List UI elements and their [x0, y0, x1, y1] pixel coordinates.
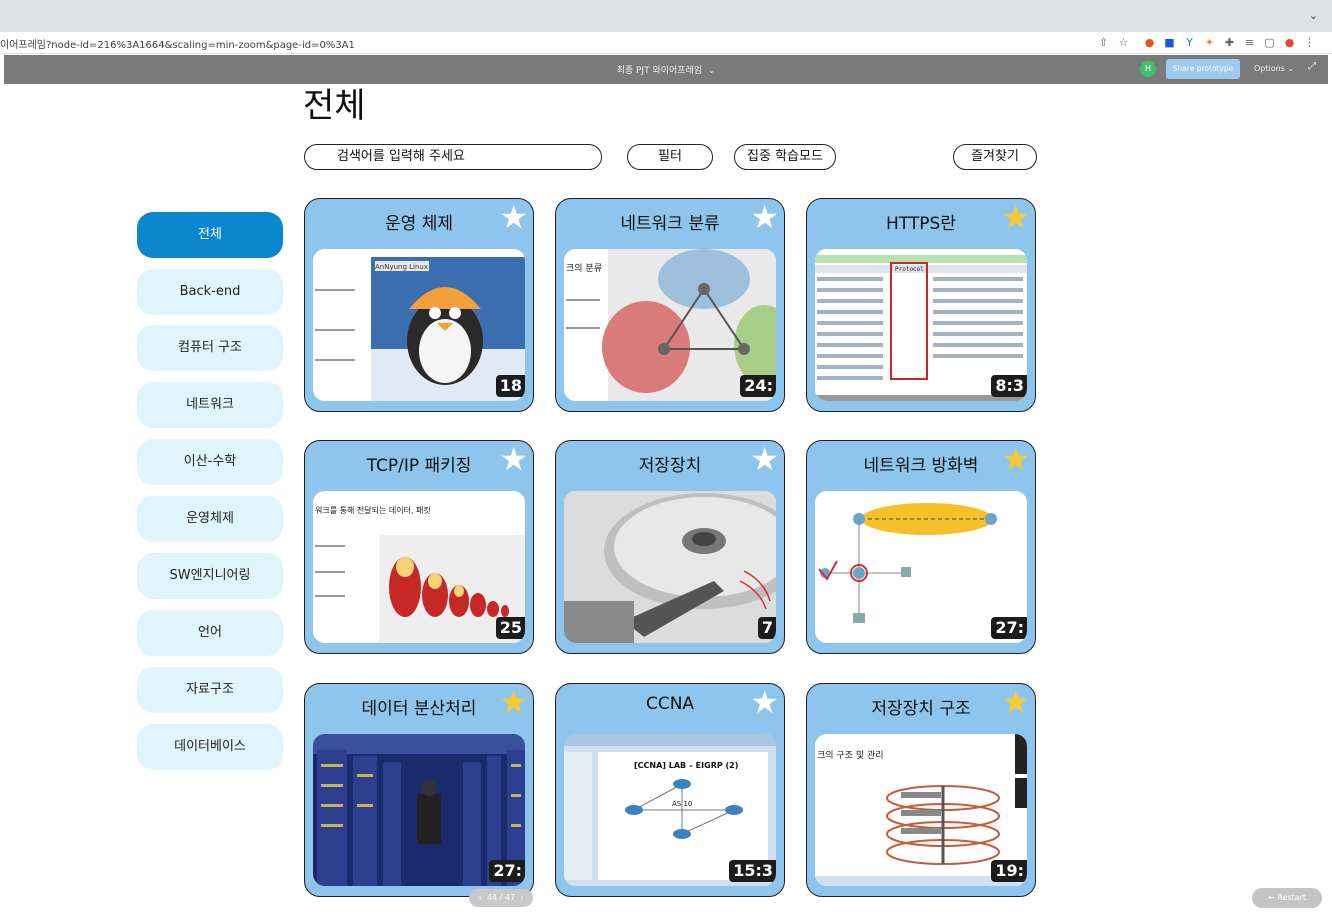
- chevron-left-icon[interactable]: ‹: [479, 893, 485, 902]
- favorite-star-icon[interactable]: ★: [750, 686, 779, 718]
- share-icon[interactable]: ⇧: [1096, 35, 1111, 50]
- course-card[interactable]: CCNA ★ [CCNA] LAB – EIGRP (2) AS 10 15:3: [555, 683, 785, 897]
- thumbnail-text: [CCNA] LAB – EIGRP (2): [634, 761, 738, 770]
- favorite-star-icon[interactable]: ★: [499, 443, 528, 475]
- video-thumbnail[interactable]: 워크를 통해 전달되는 데이터, 패킷 25: [313, 491, 525, 643]
- svg-text:AS 10: AS 10: [672, 800, 692, 808]
- duration-badge: 25: [495, 617, 525, 639]
- arrow-left-icon: ←: [1267, 893, 1278, 902]
- chevron-down-icon[interactable]: ⌄: [1309, 9, 1318, 22]
- avatar[interactable]: H: [1140, 61, 1156, 77]
- sidepanel-icon[interactable]: ▢: [1262, 35, 1277, 50]
- favorite-star-icon[interactable]: ★: [1001, 443, 1030, 475]
- sidebar-item-language[interactable]: 언어: [137, 610, 283, 656]
- chevron-down-icon: ⌄: [1287, 64, 1295, 73]
- prototype-toolbar: 최종 PJT 와이어프레임 ⌄ H Share prototype Option…: [4, 55, 1328, 84]
- thumbnail-text: Protocol: [895, 266, 924, 273]
- video-thumbnail[interactable]: [CCNA] LAB – EIGRP (2) AS 10 15:3: [564, 734, 776, 886]
- thumbnail-text: 크의 분류: [566, 263, 602, 274]
- thumbnail-text: 워크를 통해 전달되는 데이터, 패킷: [315, 505, 431, 515]
- course-card[interactable]: 네트워크 방화벽 ★ 27:: [806, 440, 1036, 654]
- course-card[interactable]: 저장장치 ★ 7: [555, 440, 785, 654]
- duration-badge: 27:: [489, 860, 525, 882]
- course-card[interactable]: 데이터 분산처리 ★ 27:: [304, 683, 534, 897]
- favorite-star-icon[interactable]: ★: [499, 201, 528, 233]
- sidebar-item-sw-engineering[interactable]: SW엔지니어링: [137, 553, 283, 599]
- extension-icon[interactable]: ●: [1142, 35, 1157, 50]
- duration-badge: 24:: [740, 375, 776, 397]
- course-card[interactable]: 운영 체제 ★ AnNyung Linux 18: [304, 198, 534, 412]
- restart-label: Restart: [1277, 893, 1306, 902]
- page-title: 전체: [303, 86, 366, 126]
- prototype-file-title[interactable]: 최종 PJT 와이어프레임 ⌄: [4, 63, 1328, 76]
- hard-disk-thumbnail-art: [564, 491, 776, 643]
- more-icon[interactable]: ⋮: [1302, 35, 1317, 50]
- extension-icon[interactable]: ✦: [1202, 35, 1217, 50]
- video-thumbnail[interactable]: 크의 분류 24:: [564, 249, 776, 401]
- options-menu[interactable]: Options ⌄: [1254, 64, 1294, 73]
- share-prototype-button[interactable]: Share prototype: [1166, 59, 1240, 79]
- course-card[interactable]: 저장장치 구조 ★ 크의 구조 및 관리 19:: [806, 683, 1036, 897]
- bookmark-star-icon[interactable]: ☆: [1116, 35, 1131, 50]
- video-thumbnail[interactable]: 7: [564, 491, 776, 643]
- reading-list-icon[interactable]: ≡: [1242, 35, 1257, 50]
- duration-badge: 27:: [991, 617, 1027, 639]
- video-thumbnail[interactable]: 27:: [815, 491, 1027, 643]
- sidebar-item-discrete-math[interactable]: 이산-수학: [137, 439, 283, 485]
- course-card[interactable]: TCP/IP 패키징 ★ 워크를 통해 전달되는 데이터, 패킷 25: [304, 440, 534, 654]
- favorite-star-icon[interactable]: ★: [1001, 686, 1030, 718]
- favorites-button[interactable]: 즐겨찾기: [953, 144, 1037, 170]
- profile-icon[interactable]: ●: [1282, 35, 1297, 50]
- nesting-dolls-thumbnail-art: 워크를 통해 전달되는 데이터, 패킷: [313, 491, 525, 643]
- favorite-star-icon[interactable]: ★: [499, 686, 528, 718]
- thumbnail-text: 크의 구조 및 관리: [817, 749, 884, 761]
- video-thumbnail[interactable]: 27:: [313, 734, 525, 886]
- sidebar-item-all[interactable]: 전체: [137, 212, 283, 258]
- prototype-pager[interactable]: ‹ 44 / 47 ›: [469, 889, 533, 907]
- duration-badge: 8:3: [991, 375, 1027, 397]
- duration-badge: 19:: [991, 860, 1027, 882]
- duration-badge: 15:3: [729, 860, 776, 882]
- sidebar-item-database[interactable]: 데이터베이스: [137, 724, 283, 770]
- course-card[interactable]: 네트워크 분류 ★ 크의 분류 24:: [555, 198, 785, 412]
- file-title-text: 최종 PJT 와이어프레임: [616, 66, 703, 76]
- focus-mode-button[interactable]: 집중 학습모드: [734, 144, 836, 170]
- favorite-star-icon[interactable]: ★: [750, 443, 779, 475]
- thumbnail-text: AnNyung Linux: [375, 263, 428, 271]
- penguin-thumbnail-art: AnNyung Linux: [313, 249, 525, 401]
- address-bar[interactable]: 이어프레임?node-id=216%3A1664&scaling=min-zoo…: [0, 32, 1332, 54]
- sidebar-item-network[interactable]: 네트워크: [137, 382, 283, 428]
- chevron-right-icon[interactable]: ›: [518, 893, 523, 902]
- options-label: Options: [1254, 64, 1285, 73]
- extension-icon[interactable]: Y: [1182, 35, 1197, 50]
- video-thumbnail[interactable]: 크의 구조 및 관리 19:: [815, 734, 1027, 886]
- browser-tab-strip: ⌄: [0, 0, 1332, 32]
- expand-icon[interactable]: ⤢: [1308, 61, 1316, 72]
- extension-icon[interactable]: ■: [1162, 35, 1177, 50]
- pager-label: 44 / 47: [486, 893, 516, 902]
- duration-badge: 7: [757, 617, 776, 639]
- sidebar-item-backend[interactable]: Back-end: [137, 269, 283, 315]
- course-card[interactable]: HTTPS란 ★ Protocol 8:3: [806, 198, 1036, 412]
- video-thumbnail[interactable]: AnNyung Linux 18: [313, 249, 525, 401]
- video-thumbnail[interactable]: Protocol 8:3: [815, 249, 1027, 401]
- sidebar-item-computer-architecture[interactable]: 컴퓨터 구조: [137, 325, 283, 371]
- puzzle-icon[interactable]: ✚: [1222, 35, 1237, 50]
- favorite-star-icon[interactable]: ★: [1001, 201, 1030, 233]
- filter-button[interactable]: 필터: [627, 144, 713, 170]
- favorite-star-icon[interactable]: ★: [750, 201, 779, 233]
- chevron-down-icon: ⌄: [705, 66, 716, 76]
- sidebar-item-data-structure[interactable]: 자료구조: [137, 667, 283, 713]
- url-text[interactable]: 이어프레임?node-id=216%3A1664&scaling=min-zoo…: [0, 36, 355, 51]
- search-input[interactable]: 검색어를 입력해 주세요: [304, 144, 602, 170]
- restart-button[interactable]: ← Restart: [1252, 888, 1322, 908]
- sidebar-item-operating-system[interactable]: 운영체제: [137, 496, 283, 542]
- duration-badge: 18: [495, 375, 525, 397]
